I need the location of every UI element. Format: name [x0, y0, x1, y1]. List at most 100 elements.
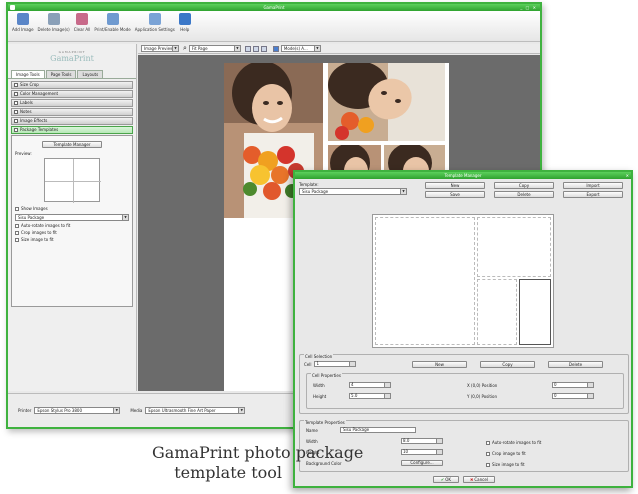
package-select[interactable]: Sisu Package ▼	[15, 214, 129, 221]
zoom-control[interactable]: ⌕ Fit Page ▼	[183, 44, 241, 53]
option-crop[interactable]: Crop images to fit	[15, 230, 129, 235]
chevron-down-icon[interactable]: ▼	[113, 408, 120, 413]
media-select[interactable]: Epson Ultrasmooth Fine Art Paper ▼	[145, 407, 246, 414]
section-image-effects[interactable]: Image Effects	[11, 117, 133, 125]
template-cell-3[interactable]	[477, 279, 517, 345]
show-images-checkbox[interactable]: Show Images	[15, 206, 129, 211]
template-cell-1[interactable]	[375, 217, 475, 345]
close-icon[interactable]: ✕	[626, 172, 629, 179]
globe-icon	[272, 45, 279, 52]
tp-option-auto-rotate[interactable]: Auto-rotate images to fit	[486, 440, 541, 445]
template-manager-dialog: Template Manager ✕ Template: Sisu Packag…	[293, 170, 633, 488]
option-auto-rotate[interactable]: Auto-rotate images to fit	[15, 223, 129, 228]
chevron-down-icon[interactable]: ▼	[313, 46, 320, 51]
section-labels[interactable]: Labels	[11, 99, 133, 107]
checkbox-box[interactable]	[486, 440, 490, 445]
clear-all-icon	[76, 13, 89, 25]
tab-image-tools[interactable]: Image Tools	[11, 70, 45, 78]
option-label: Crop images to fit	[21, 230, 57, 235]
template-select[interactable]: Sisu Package ▼	[299, 188, 407, 195]
chevron-down-icon[interactable]: ▼	[122, 215, 128, 220]
section-label: Color Management	[20, 91, 59, 96]
zoom-in-icon[interactable]	[244, 45, 251, 52]
tp-option-size[interactable]: Size image to fit	[486, 462, 525, 467]
section-color-management[interactable]: Color Management	[11, 90, 133, 98]
delete-template-button[interactable]: Delete	[494, 191, 554, 198]
toolbar-button-label: Delete Image(s)	[37, 27, 70, 32]
brand-logo: GAMAPRINT GamaPrint	[8, 44, 136, 70]
checkbox-box[interactable]	[486, 462, 490, 467]
toolbar-button-5[interactable]: Help	[178, 13, 191, 32]
toolbar-button-4[interactable]: Application Settings	[135, 13, 175, 32]
option-label: Size image to fit	[21, 237, 54, 242]
export-template-button[interactable]: Export	[563, 191, 623, 198]
zoom-icon[interactable]: ⌕	[183, 44, 187, 53]
caption-line-2: template tool	[174, 463, 282, 482]
ok-button[interactable]: ✔ OK	[433, 476, 459, 483]
checkbox-label: Show Images	[21, 206, 48, 211]
section-size-crop[interactable]: Size Crop	[11, 81, 133, 89]
main-toolbar: Add Image Delete Image(s) Clear All Print/E…	[8, 11, 540, 42]
cell-x-label: X (0,0) Position	[467, 382, 498, 388]
save-template-button[interactable]: Save	[425, 191, 485, 198]
configure-button[interactable]: Configure...	[401, 460, 443, 466]
grid-icon[interactable]	[252, 45, 259, 52]
cell-x-spinner[interactable]: 0	[552, 382, 594, 388]
add-image-icon	[16, 13, 29, 25]
template-name-row: Name Sisu Package	[306, 427, 416, 433]
toolbar-button-1[interactable]: Delete Image(s)	[38, 13, 70, 32]
app-title-bar[interactable]: GamaPrint _ □ ✕	[8, 4, 540, 11]
chevron-down-icon[interactable]: ▼	[400, 189, 406, 194]
checkbox-box[interactable]	[15, 206, 19, 211]
window-controls[interactable]: _ □ ✕	[520, 5, 537, 10]
cancel-button[interactable]: ✖ Cancel	[463, 476, 495, 483]
toolbar-button-3[interactable]: Print/Enable Mode	[94, 13, 131, 32]
new-cell-button[interactable]: New	[412, 361, 467, 368]
cell-width-spinner[interactable]: 4	[349, 382, 391, 388]
template-manager-button[interactable]: Template Manager	[42, 141, 102, 148]
package-photo-wide[interactable]	[328, 63, 445, 141]
tp-option-crop[interactable]: Crop image to fit	[486, 451, 526, 456]
copy-template-button[interactable]: Copy	[494, 182, 554, 189]
toolbar-button-0[interactable]: Add Image	[12, 13, 34, 32]
new-template-button[interactable]: New	[425, 182, 485, 189]
copy-cell-button[interactable]: Copy	[480, 361, 535, 368]
view-mode-select[interactable]: Image Preview ▼	[141, 45, 179, 52]
option-label: Auto-rotate images to fit	[21, 223, 71, 228]
cell-height-row: Height 5.0	[313, 393, 391, 399]
package-select-value: Sisu Package	[18, 215, 45, 220]
delete-cell-button[interactable]: Delete	[548, 361, 603, 368]
section-notes[interactable]: Notes	[11, 108, 133, 116]
cell-height-spinner[interactable]: 5.0	[349, 393, 391, 399]
fit-icon[interactable]	[260, 45, 267, 52]
app-title: GamaPrint	[263, 5, 285, 10]
checkbox-box[interactable]	[15, 223, 19, 228]
template-width-spinner[interactable]: 8.0	[401, 438, 443, 444]
checkbox-box[interactable]	[15, 237, 19, 242]
cell-y-spinner[interactable]: 0	[552, 393, 594, 399]
checkbox-box[interactable]	[15, 230, 19, 235]
printer-select[interactable]: Epson Stylus Pro 3800 ▼	[34, 407, 121, 414]
template-height-spinner[interactable]: 10	[401, 449, 443, 455]
tab-page-tools[interactable]: Page Tools	[45, 70, 77, 78]
section-label: Size Crop	[20, 82, 39, 87]
section-package-templates[interactable]: Package Templates	[11, 126, 133, 134]
option-size[interactable]: Size image to fit	[15, 237, 129, 242]
dialog-title-bar[interactable]: Template Manager ✕	[295, 172, 631, 179]
chevron-down-icon[interactable]: ▼	[233, 46, 240, 51]
cell-label: Cell	[304, 361, 312, 367]
import-template-button[interactable]: Import	[563, 182, 623, 189]
chevron-down-icon[interactable]: ▼	[172, 46, 178, 51]
cell-number-spinner[interactable]: 1	[314, 361, 357, 367]
chevron-down-icon[interactable]: ▼	[238, 408, 245, 413]
tab-layouts[interactable]: Layouts	[77, 70, 104, 78]
template-action-buttons: New Copy Import Save Delete Export	[425, 182, 623, 198]
toolbar-button-2[interactable]: Clear All	[74, 13, 90, 32]
template-cell-4[interactable]	[519, 279, 551, 345]
cell-y-label: Y (0,0) Position	[467, 393, 498, 399]
template-layout-canvas[interactable]	[372, 214, 554, 348]
template-name-input[interactable]: Sisu Package	[340, 427, 416, 433]
checkbox-box[interactable]	[486, 451, 490, 456]
filter-control[interactable]: Mode(s) A... ▼	[272, 45, 321, 52]
template-cell-2[interactable]	[477, 217, 551, 277]
